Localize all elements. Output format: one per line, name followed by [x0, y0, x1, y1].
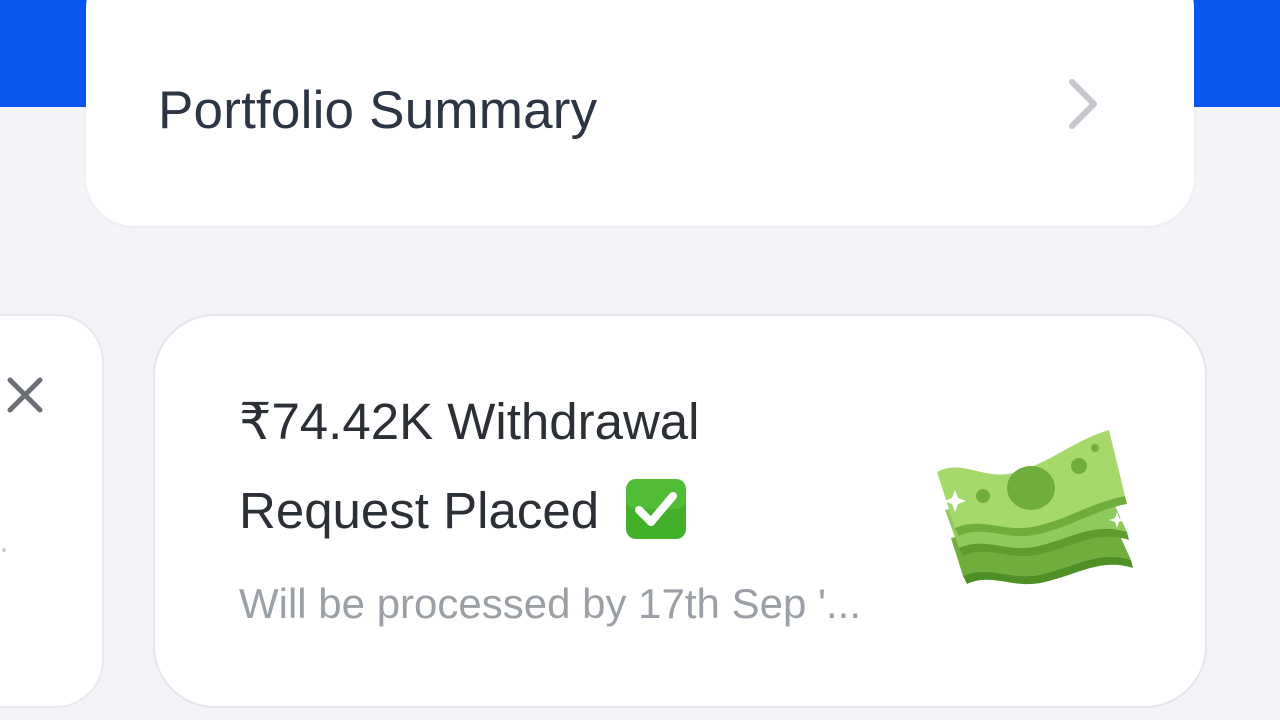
portfolio-summary-card[interactable]: Portfolio Summary — [86, 0, 1194, 226]
portfolio-summary-title: Portfolio Summary — [158, 81, 598, 140]
money-with-wings-icon — [937, 430, 1133, 585]
previous-notification-card[interactable] — [0, 314, 104, 708]
withdrawal-amount-text: ₹74.42K Withdrawal — [239, 393, 700, 450]
close-icon[interactable] — [6, 376, 44, 414]
withdrawal-notification-card[interactable]: ₹74.42K Withdrawal Request Placed Will b… — [153, 314, 1207, 708]
withdrawal-status-text: Request Placed — [239, 482, 600, 539]
chevron-right-icon[interactable] — [1056, 74, 1106, 134]
withdrawal-processing-date: Will be processed by 17th Sep '... — [239, 580, 862, 627]
check-mark-button-icon — [626, 479, 687, 539]
withdrawal-status-row: Request Placed — [239, 478, 687, 540]
pagination-dot — [2, 548, 6, 552]
